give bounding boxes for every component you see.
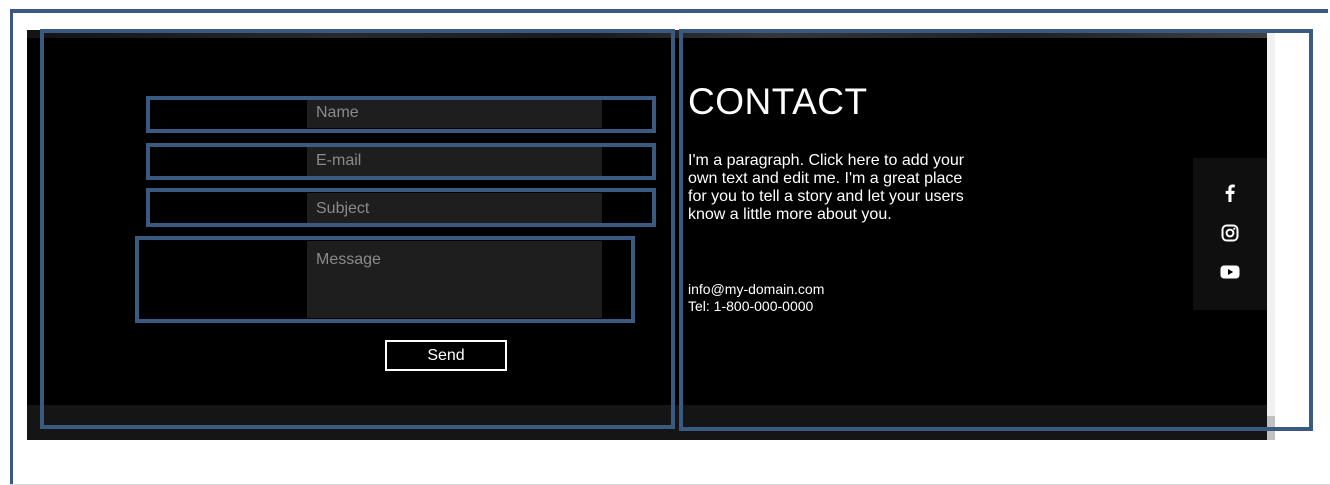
- scrollbar-track[interactable]: [1267, 30, 1275, 440]
- facebook-icon[interactable]: [1218, 181, 1242, 205]
- send-button[interactable]: Send: [385, 340, 507, 371]
- youtube-icon[interactable]: [1218, 260, 1242, 284]
- message-textarea[interactable]: Message: [307, 241, 602, 318]
- contact-paragraph: I'm a paragraph. Click here to add your …: [688, 152, 965, 223]
- email-input[interactable]: E-mail: [307, 145, 602, 176]
- header-image-strip: [27, 30, 1267, 38]
- subject-input[interactable]: Subject: [307, 193, 602, 224]
- name-input[interactable]: Name: [307, 97, 602, 128]
- contact-email[interactable]: info@my-domain.com: [688, 281, 824, 297]
- instagram-icon[interactable]: [1218, 221, 1242, 245]
- contact-section: [27, 30, 1267, 440]
- contact-title: CONTACT: [688, 81, 868, 122]
- scrollbar-thumb[interactable]: [1267, 416, 1275, 440]
- contact-phone[interactable]: Tel: 1-800-000-0000: [688, 298, 813, 314]
- section-footer-band: [27, 405, 1267, 440]
